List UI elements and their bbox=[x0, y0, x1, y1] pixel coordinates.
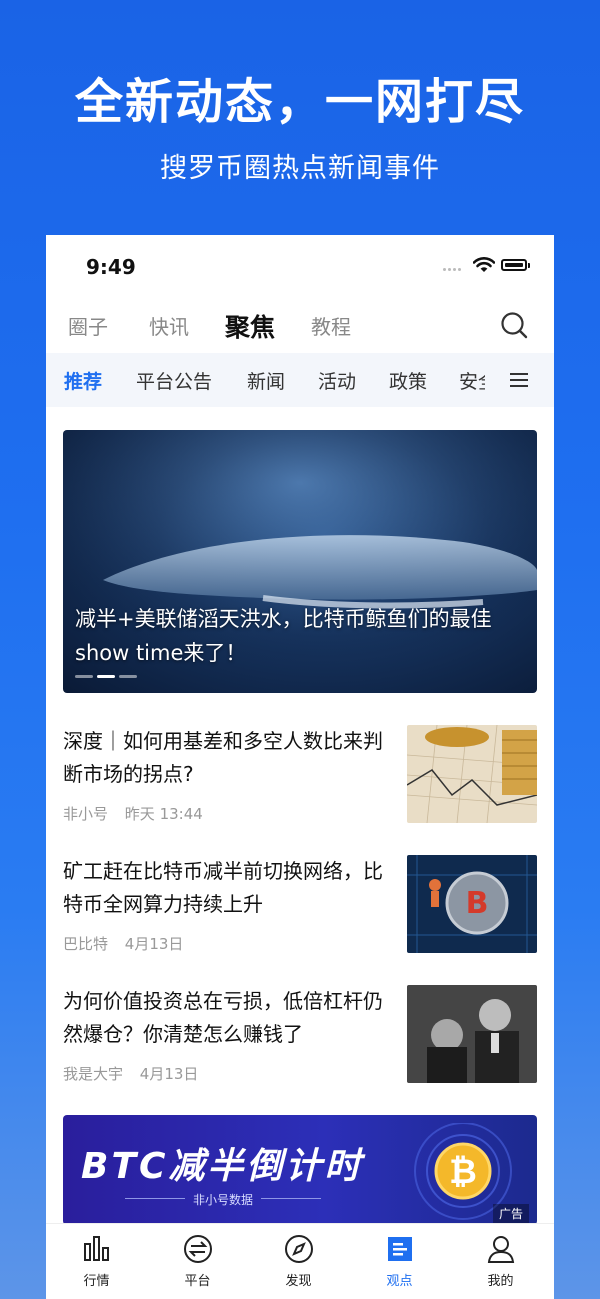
nav-discover[interactable]: 发现 bbox=[248, 1224, 349, 1299]
article-time: 昨天 13:44 bbox=[124, 805, 203, 823]
status-bar: 9:49 bbox=[46, 235, 554, 295]
compass-icon bbox=[285, 1235, 313, 1263]
viewpoint-icon bbox=[388, 1237, 412, 1261]
tab-circle[interactable]: 圈子 bbox=[68, 311, 108, 340]
nav-viewpoint[interactable]: 观点 bbox=[349, 1224, 450, 1299]
article-item[interactable]: 矿工赶在比特币减半前切换网络，比特币全网算力持续上升 巴比特 4月13日 B bbox=[63, 855, 537, 955]
svg-text:B: B bbox=[466, 886, 489, 921]
hero-caption: 减半+美联储滔天洪水，比特币鲸鱼们的最佳show time来了！ bbox=[75, 607, 492, 665]
status-time: 9:49 bbox=[86, 255, 136, 279]
article-time: 4月13日 bbox=[124, 935, 184, 953]
article-title: 深度｜如何用基差和多空人数比来判断市场的拐点? bbox=[63, 729, 383, 786]
nav-platform[interactable]: 平台 bbox=[147, 1224, 248, 1299]
article-title: 为何价值投资总在亏损，低倍杠杆仍然爆仓？你清楚怎么赚钱了 bbox=[63, 989, 383, 1046]
search-icon[interactable] bbox=[500, 311, 528, 339]
battery-icon bbox=[501, 259, 527, 271]
article-title: 矿工赶在比特币减半前切换网络，比特币全网算力持续上升 bbox=[63, 859, 383, 916]
bar-chart-icon bbox=[84, 1236, 109, 1261]
category-recommend[interactable]: 推荐 bbox=[64, 367, 102, 394]
signal-icon bbox=[443, 268, 467, 272]
article-meta: 我是大宇 4月13日 bbox=[63, 1063, 210, 1084]
menu-icon[interactable] bbox=[510, 373, 528, 391]
nav-market[interactable]: 行情 bbox=[46, 1224, 147, 1299]
bottom-nav: 行情 平台 发现 观点 我的 bbox=[46, 1223, 554, 1299]
svg-text:₿: ₿ bbox=[449, 1152, 477, 1192]
category-policy[interactable]: 政策 bbox=[389, 367, 427, 394]
article-source: 非小号 bbox=[63, 805, 109, 823]
article-source: 我是大宇 bbox=[63, 1065, 124, 1083]
category-bar: 推荐 平台公告 新闻 活动 政策 安全 bbox=[46, 353, 554, 407]
tab-focus[interactable]: 聚焦 bbox=[225, 308, 275, 344]
article-thumbnail: B bbox=[407, 855, 537, 953]
category-events[interactable]: 活动 bbox=[318, 367, 356, 394]
category-announcement[interactable]: 平台公告 bbox=[136, 367, 212, 394]
ad-tag: 广告 bbox=[492, 1204, 529, 1223]
article-source: 巴比特 bbox=[63, 935, 109, 953]
ad-source: 非小号数据 bbox=[193, 1193, 254, 1207]
article-thumbnail bbox=[407, 725, 537, 823]
category-news[interactable]: 新闻 bbox=[247, 367, 285, 394]
exchange-icon bbox=[184, 1235, 212, 1263]
top-tabs: 圈子 快讯 聚焦 教程 bbox=[46, 297, 554, 353]
ad-banner[interactable]: BTC减半倒计时 非小号数据 ₿ 广告 bbox=[63, 1115, 537, 1225]
ad-headline: BTC减半倒计时 bbox=[81, 1146, 364, 1187]
article-item[interactable]: 深度｜如何用基差和多空人数比来判断市场的拐点? 非小号 昨天 13:44 bbox=[63, 725, 537, 825]
article-item[interactable]: 为何价值投资总在亏损，低倍杠杆仍然爆仓？你清楚怎么赚钱了 我是大宇 4月13日 bbox=[63, 985, 537, 1085]
phone-screen: 9:49 圈子 快讯 聚焦 教程 推荐 平台公告 新闻 活动 政策 安全 bbox=[46, 235, 554, 1299]
category-security[interactable]: 安全 bbox=[459, 367, 485, 394]
wifi-icon bbox=[473, 257, 495, 272]
article-meta: 非小号 昨天 13:44 bbox=[63, 803, 215, 824]
nav-mine[interactable]: 我的 bbox=[450, 1224, 551, 1299]
promo-subtitle: 搜罗币圈热点新闻事件 bbox=[160, 153, 440, 184]
carousel-indicator bbox=[75, 675, 139, 678]
hero-banner[interactable]: 减半+美联储滔天洪水，比特币鲸鱼们的最佳show time来了！ bbox=[63, 430, 537, 693]
tab-tutorial[interactable]: 教程 bbox=[311, 311, 351, 340]
user-icon bbox=[487, 1236, 515, 1263]
article-time: 4月13日 bbox=[139, 1065, 199, 1083]
tab-flash-news[interactable]: 快讯 bbox=[149, 311, 189, 340]
promo-title: 全新动态，一网打尽 bbox=[74, 74, 525, 130]
article-meta: 巴比特 4月13日 bbox=[63, 933, 195, 954]
article-thumbnail bbox=[407, 985, 537, 1083]
